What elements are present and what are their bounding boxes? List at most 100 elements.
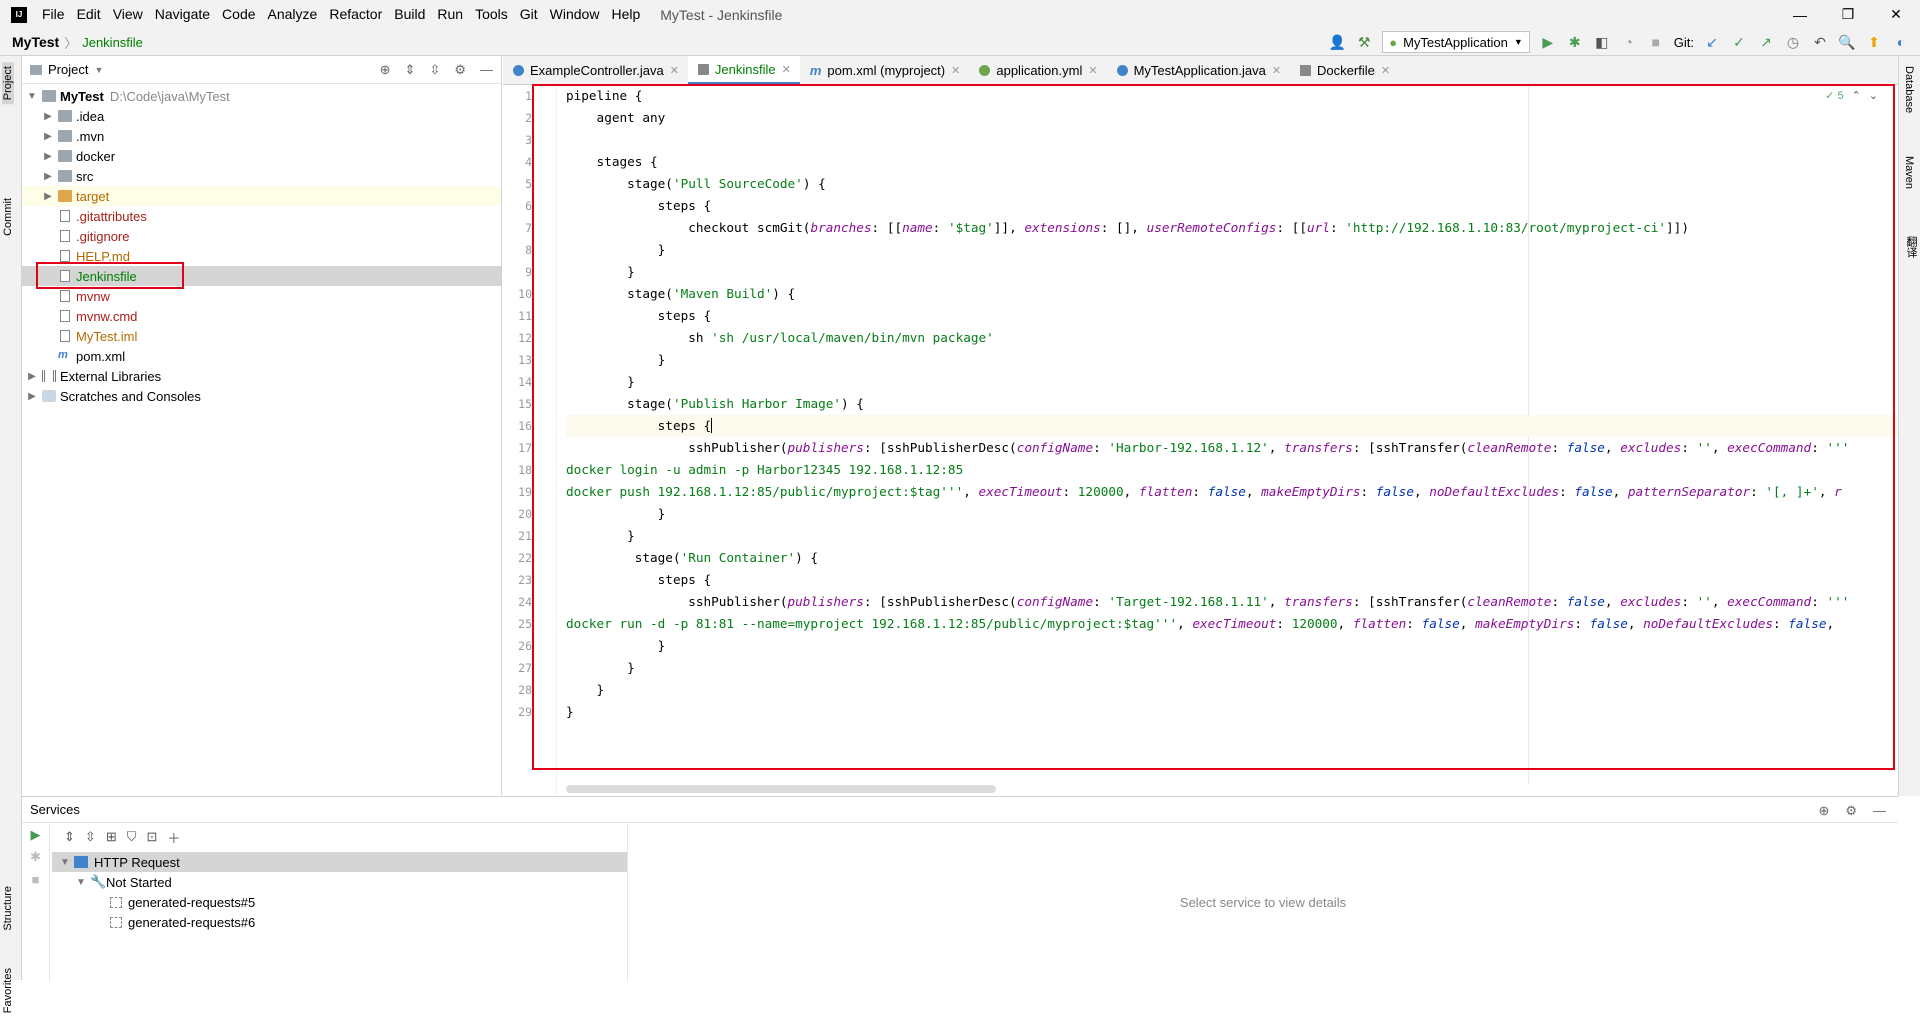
gear-icon[interactable]: ⚙: [454, 62, 466, 78]
debug-icon[interactable]: ✱: [22, 846, 49, 868]
chevron-down-icon[interactable]: ▼: [94, 65, 103, 75]
tab-example-controller[interactable]: ExampleController.java ✕: [503, 56, 688, 85]
services-group[interactable]: ▼ 🔧 Not Started: [52, 872, 627, 892]
locate-icon[interactable]: ⊕: [1818, 803, 1829, 819]
horizontal-scrollbar[interactable]: [566, 785, 996, 793]
new-tab-icon[interactable]: ⊡: [146, 829, 157, 845]
menu-analyze[interactable]: Analyze: [262, 0, 324, 29]
menu-git[interactable]: Git: [514, 0, 544, 29]
expand-arrow-icon[interactable]: ▼: [76, 877, 90, 888]
hide-icon[interactable]: —: [1873, 803, 1886, 819]
tree-item-src[interactable]: ▶ src: [22, 166, 501, 186]
close-icon[interactable]: ✕: [1381, 64, 1390, 77]
run-icon[interactable]: ▶: [1539, 33, 1557, 51]
close-icon[interactable]: ✕: [782, 63, 791, 76]
expand-arrow-icon[interactable]: ▶: [26, 391, 38, 402]
menu-view[interactable]: View: [107, 0, 149, 29]
close-icon[interactable]: ✕: [951, 64, 960, 77]
expand-arrow-icon[interactable]: ▶: [42, 131, 54, 142]
git-update-icon[interactable]: ↙: [1703, 33, 1721, 51]
tree-item-target[interactable]: ▶ target: [22, 186, 501, 206]
tree-item-gitignore[interactable]: .gitignore: [22, 226, 501, 246]
expand-all-icon[interactable]: ⇕: [405, 62, 416, 78]
expand-arrow-icon[interactable]: ▶: [26, 371, 38, 382]
close-icon[interactable]: ✕: [1272, 64, 1281, 77]
menu-code[interactable]: Code: [216, 0, 261, 29]
menu-file[interactable]: File: [36, 0, 71, 29]
tab-jenkinsfile[interactable]: Jenkinsfile ✕: [687, 56, 800, 85]
add-icon[interactable]: ＋: [167, 828, 180, 847]
stop-icon[interactable]: ■: [22, 868, 49, 890]
collapse-all-icon[interactable]: ⇳: [85, 829, 96, 845]
expand-arrow-icon[interactable]: ▶: [42, 171, 54, 182]
git-push-icon[interactable]: ↗: [1757, 33, 1775, 51]
run-icon[interactable]: ▶: [22, 824, 49, 846]
rollback-icon[interactable]: ↶: [1811, 33, 1829, 51]
menu-navigate[interactable]: Navigate: [149, 0, 216, 29]
search-icon[interactable]: 🔍: [1838, 33, 1856, 51]
tab-mytestapplication[interactable]: MyTestApplication.java ✕: [1107, 56, 1290, 85]
structure-tool-tab[interactable]: Structure: [2, 882, 14, 935]
stop-icon[interactable]: ■: [1647, 33, 1665, 51]
history-icon[interactable]: ◷: [1784, 33, 1802, 51]
menu-window[interactable]: Window: [544, 0, 606, 29]
locate-icon[interactable]: ⊕: [380, 62, 391, 78]
user-icon[interactable]: 👤: [1328, 33, 1346, 51]
tree-item-idea[interactable]: ▶ .idea: [22, 106, 501, 126]
plugin-icon[interactable]: ◐: [1892, 33, 1910, 51]
coverage-icon[interactable]: ◧: [1593, 33, 1611, 51]
maximize-button[interactable]: ❐: [1824, 0, 1872, 29]
build-hammer-icon[interactable]: ⚒: [1355, 33, 1373, 51]
menu-help[interactable]: Help: [605, 0, 646, 29]
tree-root[interactable]: ▼ MyTest D:\Code\java\MyTest: [22, 86, 501, 106]
tab-pom-xml[interactable]: m pom.xml (myproject) ✕: [800, 56, 970, 85]
commit-tool-tab[interactable]: Commit: [2, 194, 14, 240]
services-item[interactable]: generated-requests#6: [52, 912, 627, 932]
maven-tool-tab[interactable]: Maven: [1903, 156, 1915, 189]
tree-item-mytest-iml[interactable]: MyTest.iml: [22, 326, 501, 346]
hide-icon[interactable]: —: [480, 62, 493, 78]
tree-item-mvnw-cmd[interactable]: mvnw.cmd: [22, 306, 501, 326]
services-root[interactable]: ▼ HTTP Request: [52, 852, 627, 872]
breadcrumb-file[interactable]: Jenkinsfile: [82, 35, 143, 50]
close-icon[interactable]: ✕: [1088, 64, 1097, 77]
profile-icon[interactable]: ◔: [1620, 33, 1638, 51]
breadcrumb-project[interactable]: MyTest: [12, 34, 59, 50]
favorites-tool-tab[interactable]: Favorites: [2, 964, 14, 1017]
tab-application-yml[interactable]: application.yml ✕: [969, 56, 1106, 85]
services-item[interactable]: generated-requests#5: [52, 892, 627, 912]
expand-arrow-icon[interactable]: ▶: [42, 191, 54, 202]
minimize-button[interactable]: —: [1776, 0, 1824, 29]
git-commit-icon[interactable]: ✓: [1730, 33, 1748, 51]
project-panel-title[interactable]: Project: [48, 62, 88, 77]
tree-item-scratches[interactable]: ▶ Scratches and Consoles: [22, 386, 501, 406]
tree-item-external-libraries[interactable]: ▶ External Libraries: [22, 366, 501, 386]
run-config-select[interactable]: ● MyTestApplication ▼: [1382, 31, 1530, 53]
menu-refactor[interactable]: Refactor: [323, 0, 388, 29]
gear-icon[interactable]: ⚙: [1845, 803, 1857, 819]
menu-edit[interactable]: Edit: [71, 0, 107, 29]
update-icon[interactable]: ⬆: [1865, 33, 1883, 51]
expand-all-icon[interactable]: ⇕: [64, 829, 75, 845]
tree-item-docker[interactable]: ▶ docker: [22, 146, 501, 166]
tab-dockerfile[interactable]: Dockerfile ✕: [1290, 56, 1399, 85]
database-tool-tab[interactable]: Database: [1903, 66, 1915, 113]
close-icon[interactable]: ✕: [670, 64, 679, 77]
tree-item-mvn[interactable]: ▶ .mvn: [22, 126, 501, 146]
collapse-all-icon[interactable]: ⇳: [429, 62, 440, 78]
menu-build[interactable]: Build: [388, 0, 431, 29]
menu-run[interactable]: Run: [431, 0, 469, 29]
translate-tool-tab[interactable]: 翻译: [1903, 236, 1919, 258]
expand-arrow-icon[interactable]: ▶: [42, 111, 54, 122]
tree-item-gitattributes[interactable]: .gitattributes: [22, 206, 501, 226]
expand-arrow-icon[interactable]: ▶: [42, 151, 54, 162]
project-tool-tab[interactable]: Project: [2, 62, 14, 105]
group-icon[interactable]: ⊞: [106, 829, 117, 845]
expand-arrow-icon[interactable]: ▼: [26, 91, 38, 102]
tree-item-mvnw[interactable]: mvnw: [22, 286, 501, 306]
expand-arrow-icon[interactable]: ▼: [60, 857, 74, 868]
close-window-button[interactable]: ✕: [1872, 0, 1920, 29]
tree-item-pom-xml[interactable]: m pom.xml: [22, 346, 501, 366]
debug-icon[interactable]: ✱: [1566, 33, 1584, 51]
filter-icon[interactable]: ⛉: [127, 829, 137, 845]
